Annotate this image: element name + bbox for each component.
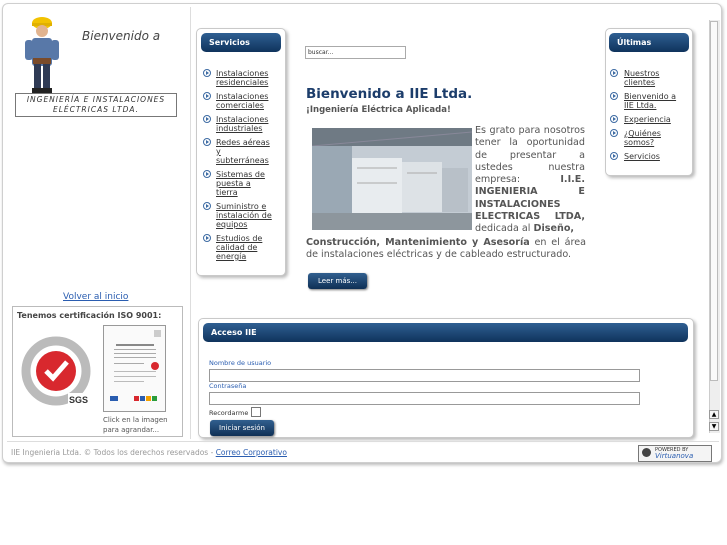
intro-paragraph-continued: Construcción, Mantenimiento y Asesoría e… bbox=[306, 237, 586, 262]
iso-title: Tenemos certificación ISO 9001: bbox=[17, 311, 162, 320]
news-item-quienes-somos[interactable]: ¿Quiénes somos? bbox=[610, 129, 682, 147]
service-item-redes[interactable]: Redes aéreas y subterráneas bbox=[203, 138, 273, 165]
news-item-bienvenido[interactable]: Bienvenido a IIE Ltda. bbox=[610, 92, 682, 110]
remember-label: Recordarme bbox=[209, 409, 249, 417]
electrician-image bbox=[25, 17, 59, 93]
bullet-arrow-icon bbox=[203, 138, 211, 146]
bullet-arrow-icon bbox=[203, 92, 211, 100]
welcome-heading: Bienvenido a bbox=[82, 29, 161, 43]
news-panel-title: Últimas noticias bbox=[609, 33, 689, 66]
dedicada-text: dedicada al bbox=[475, 223, 534, 235]
login-panel: Acceso IIE Nombre de usuario Contraseña … bbox=[198, 318, 694, 438]
service-item-puesta-tierra[interactable]: Sistemas de puesta a tierra bbox=[203, 170, 273, 197]
login-panel-title: Acceso IIE bbox=[203, 323, 688, 342]
read-more-button[interactable]: Leer más... bbox=[308, 273, 367, 289]
bullet-arrow-icon bbox=[610, 69, 618, 77]
news-item-experiencia[interactable]: Experiencia bbox=[610, 115, 682, 124]
password-field[interactable] bbox=[209, 392, 640, 405]
powered-by-badge[interactable]: POWERED BY Virtuanova bbox=[638, 445, 712, 462]
bullet-arrow-icon bbox=[610, 152, 618, 160]
bullet-arrow-icon bbox=[203, 234, 211, 242]
services-panel-title: Servicios bbox=[201, 33, 281, 52]
service-item-residenciales[interactable]: Instalaciones residenciales bbox=[203, 69, 273, 87]
scrollbar-thumb[interactable] bbox=[710, 21, 718, 381]
powered-by-brand: Virtuanova bbox=[655, 452, 694, 460]
service-item-suministro[interactable]: Suministro e instalación de equipos bbox=[203, 202, 273, 229]
bullet-arrow-icon bbox=[610, 115, 618, 123]
back-home-link[interactable]: Volver al inicio bbox=[63, 292, 128, 302]
scroll-up-arrow-icon[interactable]: ▲ bbox=[709, 410, 719, 419]
footer-divider bbox=[7, 441, 719, 442]
footer: IIE Ingenieria Ltda. © Todos los derecho… bbox=[7, 441, 719, 462]
intro-paragraph: Es grato para nosotros tener la oportuni… bbox=[475, 125, 585, 236]
bullet-arrow-icon bbox=[203, 170, 211, 178]
logo-line-2: ELÉCTRICAS LTDA. bbox=[52, 105, 140, 114]
page-frame: Bienvenido a INGENIERÍA E INSTALACIONES … bbox=[2, 3, 722, 463]
username-label: Nombre de usuario bbox=[209, 359, 272, 367]
bullet-arrow-icon bbox=[610, 92, 618, 100]
service-item-calidad-energia[interactable]: Estudios de calidad de energía bbox=[203, 234, 273, 261]
page-title: Bienvenido a IIE Ltda. bbox=[306, 86, 473, 102]
news-item-servicios[interactable]: Servicios bbox=[610, 152, 682, 161]
logo-line-1: INGENIERÍA E INSTALACIONES bbox=[26, 95, 166, 104]
bullet-arrow-icon bbox=[610, 129, 618, 137]
bullet-arrow-icon bbox=[203, 115, 211, 123]
virtuanova-logo-icon bbox=[642, 448, 651, 457]
services-panel: Servicios Instalaciones residenciales In… bbox=[196, 28, 286, 276]
services-bold-text: Construcción, Mantenimiento y Asesoría bbox=[306, 237, 530, 248]
scroll-down-arrow-icon[interactable]: ▼ bbox=[709, 422, 719, 431]
username-field[interactable] bbox=[209, 369, 640, 382]
login-submit-button[interactable]: Iniciar sesión bbox=[210, 420, 274, 436]
svg-text:SGS: SGS bbox=[69, 395, 88, 405]
search-input[interactable]: buscar... bbox=[305, 46, 406, 59]
column-divider bbox=[190, 7, 191, 439]
bullet-arrow-icon bbox=[203, 69, 211, 77]
left-column: Bienvenido a INGENIERÍA E INSTALACIONES … bbox=[5, 7, 189, 437]
bullet-arrow-icon bbox=[203, 202, 211, 210]
iso-9001-badge-image[interactable]: SGS bbox=[20, 335, 96, 411]
service-item-comerciales[interactable]: Instalaciones comerciales bbox=[203, 92, 273, 110]
latest-news-panel: Últimas noticias Nuestros clientes Bienv… bbox=[605, 28, 693, 176]
iso-certificate-image[interactable] bbox=[103, 325, 166, 412]
diseno-text: Diseño, bbox=[533, 223, 575, 235]
copyright-text: IIE Ingenieria Ltda. © Todos los derecho… bbox=[11, 448, 216, 457]
password-label: Contraseña bbox=[209, 382, 247, 390]
iso-certification-panel: Tenemos certificación ISO 9001: SGS Clic… bbox=[12, 306, 183, 437]
iso-enlarge-hint: Click en la imagen para agrandar... bbox=[103, 416, 168, 434]
page-subtitle: ¡Ingeniería Eléctrica Aplicada! bbox=[306, 105, 451, 115]
corporate-mail-link[interactable]: Correo Corporativo bbox=[216, 448, 287, 457]
news-list: Nuestros clientes Bienvenido a IIE Ltda.… bbox=[610, 69, 682, 166]
services-list: Instalaciones residenciales Instalacione… bbox=[203, 69, 273, 266]
electrical-panels-photo bbox=[312, 128, 472, 230]
service-item-industriales[interactable]: Instalaciones industriales bbox=[203, 115, 273, 133]
remember-checkbox[interactable] bbox=[251, 407, 261, 417]
company-logo[interactable]: INGENIERÍA E INSTALACIONES ELÉCTRICAS LT… bbox=[15, 93, 177, 117]
news-item-clientes[interactable]: Nuestros clientes bbox=[610, 69, 682, 87]
footer-copyright: IIE Ingenieria Ltda. © Todos los derecho… bbox=[11, 448, 287, 457]
